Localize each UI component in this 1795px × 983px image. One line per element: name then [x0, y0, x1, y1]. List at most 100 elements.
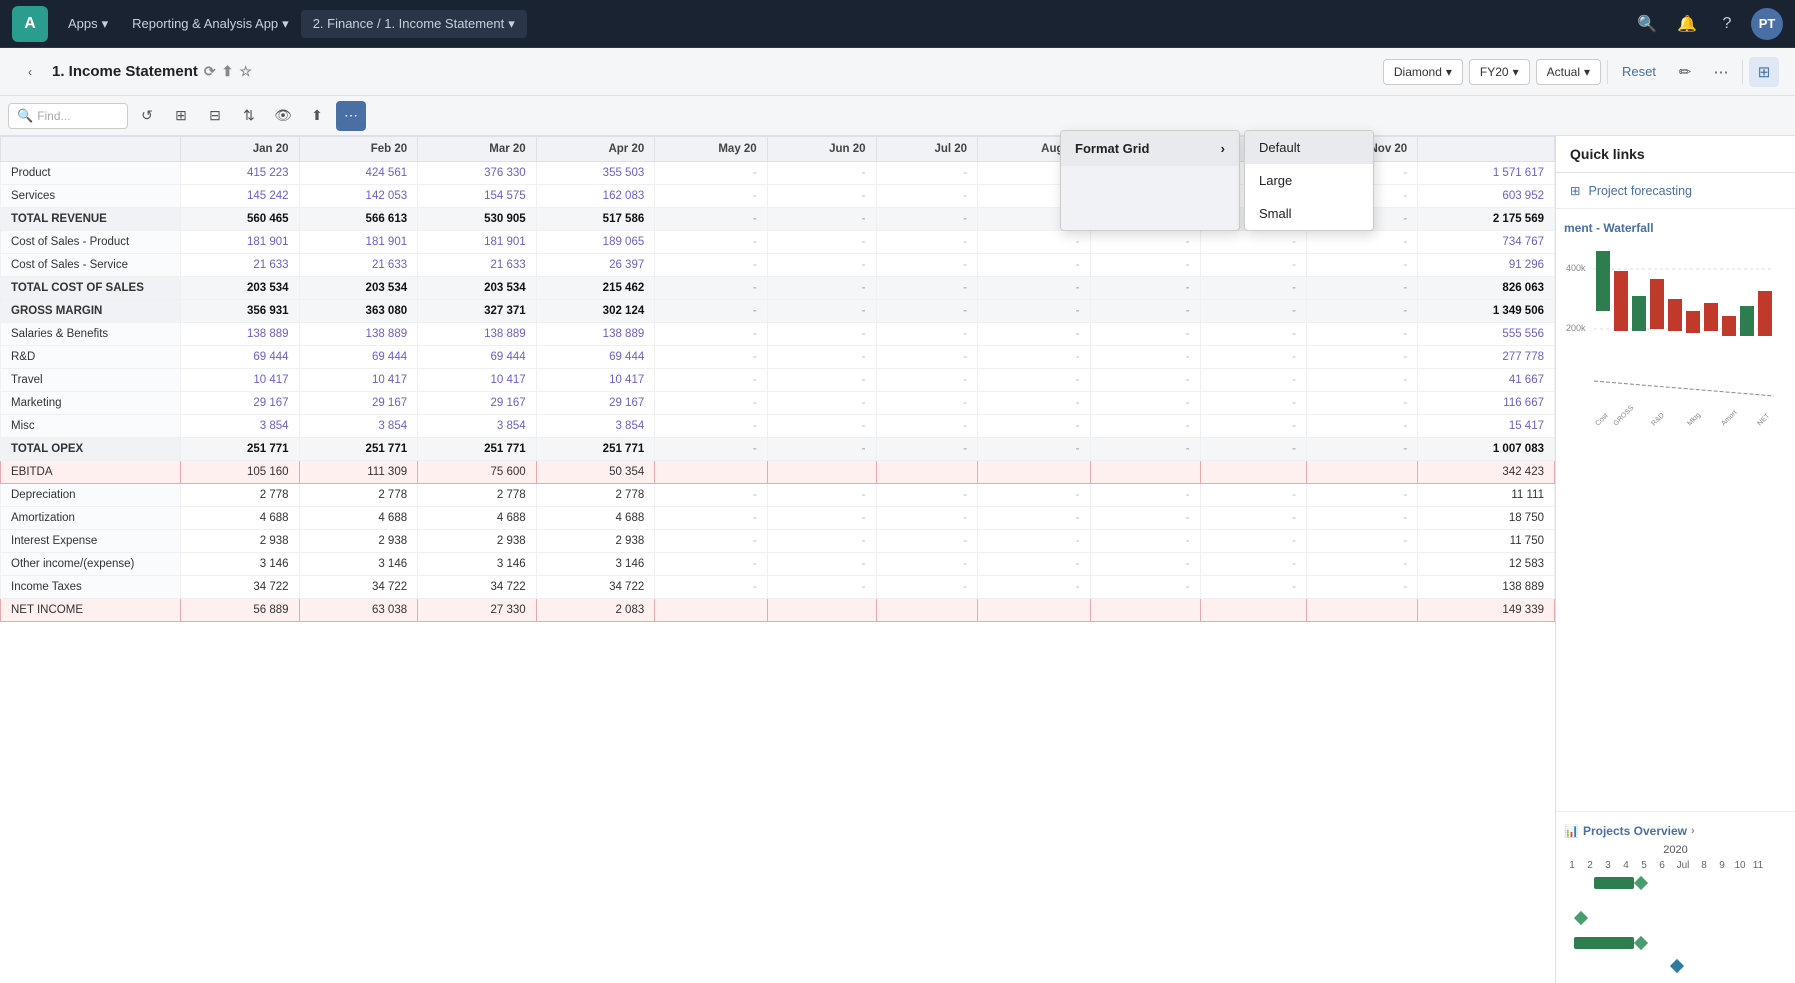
cell-value: 21 633: [418, 254, 537, 277]
cell-value: -: [767, 254, 876, 277]
cell-value: -: [1200, 553, 1306, 576]
table-row: Misc3 8543 8543 8543 854-------15 417: [1, 415, 1555, 438]
visibility-icon[interactable]: 👁: [268, 101, 298, 131]
header-jun20: Jun 20: [767, 137, 876, 162]
more-options-icon[interactable]: ⋯: [1706, 57, 1736, 87]
row-label: Income Taxes: [1, 576, 181, 599]
cell-value: -: [655, 162, 767, 185]
reporting-app-nav-item[interactable]: Reporting & Analysis App ▾: [120, 10, 301, 38]
filter-icon[interactable]: ⊟: [200, 101, 230, 131]
header-label: [1, 137, 181, 162]
project-forecasting-link[interactable]: ⊞ Project forecasting: [1556, 173, 1795, 209]
cell-value: -: [1200, 415, 1306, 438]
sheet-nav-item[interactable]: 2. Finance / 1. Income Statement ▾: [301, 10, 527, 38]
back-button[interactable]: ‹: [16, 58, 44, 86]
reset-button[interactable]: Reset: [1614, 59, 1664, 84]
cell-value: 41 667: [1418, 369, 1555, 392]
cell-value: 11 111: [1418, 484, 1555, 507]
projects-year: 2020: [1564, 844, 1787, 856]
bookmark-icon[interactable]: ⊞: [166, 101, 196, 131]
actual-selector[interactable]: Actual ▾: [1536, 59, 1601, 85]
row-label: Depreciation: [1, 484, 181, 507]
search-icon-btn[interactable]: 🔍: [1631, 8, 1663, 40]
cell-value: -: [978, 507, 1090, 530]
share-icon[interactable]: ⬆: [222, 63, 234, 80]
cell-value: 734 767: [1418, 231, 1555, 254]
cell-value: 56 889: [181, 599, 300, 622]
cell-value: 111 309: [299, 461, 418, 484]
cell-value: 1 007 083: [1418, 438, 1555, 461]
find-box[interactable]: 🔍 Find...: [8, 103, 128, 129]
cell-value: 29 167: [418, 392, 537, 415]
edit-icon[interactable]: ✏: [1670, 57, 1700, 87]
cell-value: [1090, 599, 1200, 622]
diamond-selector[interactable]: Diamond ▾: [1383, 59, 1463, 85]
cell-value: 2 778: [181, 484, 300, 507]
cell-value: [655, 461, 767, 484]
header-total: [1418, 137, 1555, 162]
cell-value: -: [767, 323, 876, 346]
user-avatar[interactable]: PT: [1751, 8, 1783, 40]
cell-value: -: [876, 254, 978, 277]
cell-value: -: [767, 231, 876, 254]
cell-value: -: [767, 415, 876, 438]
cell-value: -: [1090, 484, 1200, 507]
projects-title[interactable]: 📊 Projects Overview ›: [1564, 820, 1787, 844]
star-icon[interactable]: ☆: [239, 63, 252, 80]
row-label: R&D: [1, 346, 181, 369]
layout-icon[interactable]: ⊞: [1749, 57, 1779, 87]
size-option-small[interactable]: Small: [1245, 197, 1373, 230]
table-row: Amortization4 6884 6884 6884 688-------1…: [1, 507, 1555, 530]
help-icon-btn[interactable]: ?: [1711, 8, 1743, 40]
format-grid-header[interactable]: Format Grid ›: [1061, 131, 1239, 166]
main-layout: Jan 20 Feb 20 Mar 20 Apr 20 May 20 Jun 2…: [0, 136, 1795, 983]
header-may20: May 20: [655, 137, 767, 162]
cell-value: -: [876, 185, 978, 208]
cell-value: -: [876, 438, 978, 461]
cell-value: -: [1200, 392, 1306, 415]
cell-value: -: [1200, 576, 1306, 599]
cell-value: 3 854: [299, 415, 418, 438]
cell-value: -: [767, 392, 876, 415]
row-label: Interest Expense: [1, 530, 181, 553]
cell-value: -: [876, 369, 978, 392]
cell-value: -: [876, 300, 978, 323]
cell-value: -: [655, 530, 767, 553]
cell-value: 138 889: [418, 323, 537, 346]
chart-title: ment - Waterfall: [1564, 217, 1787, 241]
row-label: Marketing: [1, 392, 181, 415]
cell-value: 4 688: [418, 507, 537, 530]
cell-value: 10 417: [418, 369, 537, 392]
cell-value: -: [1090, 369, 1200, 392]
size-option-default[interactable]: Default: [1245, 131, 1373, 164]
toolbar-divider-2: [1742, 60, 1743, 84]
cell-value: 105 160: [181, 461, 300, 484]
cell-value: 34 722: [299, 576, 418, 599]
more-actions-icon[interactable]: ⋯: [336, 101, 366, 131]
apps-nav-item[interactable]: Apps ▾: [56, 10, 120, 38]
svg-text:GROSS: GROSS: [1612, 404, 1635, 427]
cell-value: -: [655, 300, 767, 323]
sync-icon[interactable]: ⟳: [204, 63, 216, 80]
table-row: GROSS MARGIN356 931363 080327 371302 124…: [1, 300, 1555, 323]
cell-value: -: [655, 438, 767, 461]
gantt-row-4: [1564, 961, 1787, 971]
cell-value: -: [1200, 277, 1306, 300]
export-icon[interactable]: ⬆: [302, 101, 332, 131]
size-option-large[interactable]: Large: [1245, 164, 1373, 197]
cell-value: 34 722: [418, 576, 537, 599]
cell-value: -: [1306, 231, 1417, 254]
cell-value: -: [978, 530, 1090, 553]
fy-selector[interactable]: FY20 ▾: [1469, 59, 1530, 85]
cell-value: -: [978, 323, 1090, 346]
bell-icon-btn[interactable]: 🔔: [1671, 8, 1703, 40]
cell-value: [1306, 461, 1417, 484]
sort-icon[interactable]: ⇅: [234, 101, 264, 131]
cell-value: 560 465: [181, 208, 300, 231]
history-icon[interactable]: ↺: [132, 101, 162, 131]
data-grid[interactable]: Jan 20 Feb 20 Mar 20 Apr 20 May 20 Jun 2…: [0, 136, 1555, 983]
table-row: Depreciation2 7782 7782 7782 778-------1…: [1, 484, 1555, 507]
cell-value: 69 444: [299, 346, 418, 369]
cell-value: -: [767, 484, 876, 507]
cell-value: 203 534: [181, 277, 300, 300]
